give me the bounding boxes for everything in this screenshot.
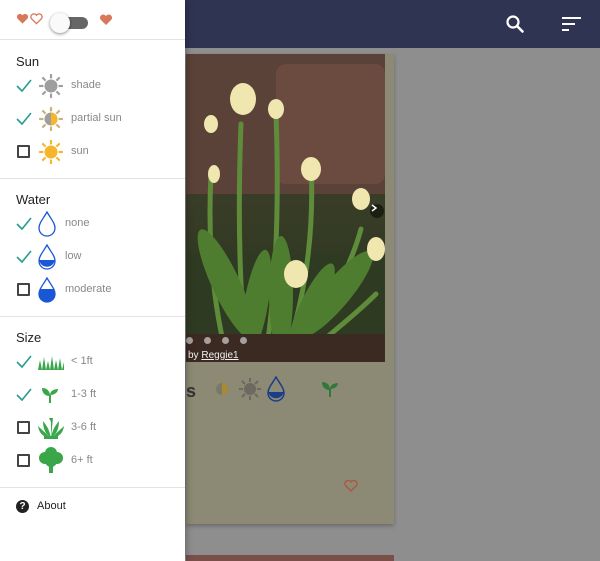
option-water-none[interactable]: none <box>0 210 185 238</box>
option-label: shade <box>71 79 101 91</box>
option-water-moderate[interactable]: moderate <box>0 276 185 304</box>
option-label: none <box>65 217 90 229</box>
option-shade[interactable]: shade <box>0 72 185 100</box>
option-label: 6+ ft <box>71 454 93 466</box>
sun-shade-icon <box>238 377 262 406</box>
plant-photo: by Reggie1 <box>186 54 385 362</box>
option-water-low[interactable]: low <box>0 243 185 271</box>
option-sun[interactable]: sun <box>0 138 185 166</box>
section-size: Size < 1ft 1-3 ft 3-6 ft 6+ ft <box>0 317 185 488</box>
water-moderate-icon <box>37 276 57 308</box>
section-title-sun: Sun <box>16 54 40 69</box>
checkbox[interactable] <box>17 145 30 158</box>
checkmark-icon[interactable] <box>16 111 32 127</box>
grass-icon <box>38 354 64 375</box>
sun-full-icon <box>38 139 64 170</box>
option-label: 1-3 ft <box>71 388 97 400</box>
option-size-1-3ft[interactable]: 1-3 ft <box>0 381 185 409</box>
favorite-heart-icon[interactable] <box>344 479 358 497</box>
option-size-6ft-plus[interactable]: 6+ ft <box>0 447 185 475</box>
card-title-fragment: s <box>186 381 197 401</box>
water-low-icon <box>266 375 286 407</box>
water-low-icon <box>37 243 57 275</box>
favorites-only-icon <box>99 13 113 31</box>
tree-icon <box>39 446 63 479</box>
checkmark-icon[interactable] <box>16 216 32 232</box>
water-none-icon <box>37 210 57 242</box>
option-label: low <box>65 250 82 262</box>
checkbox[interactable] <box>17 283 30 296</box>
section-title-water: Water <box>16 192 51 207</box>
photo-credit-author[interactable]: Reggie1 <box>201 350 238 361</box>
favorites-toggle[interactable] <box>50 13 88 33</box>
checkbox[interactable] <box>17 454 30 467</box>
image-dots[interactable] <box>186 337 247 344</box>
plant-card-next[interactable] <box>186 555 394 561</box>
sprout-icon <box>40 386 60 409</box>
option-label: sun <box>71 145 89 157</box>
checkmark-icon[interactable] <box>16 78 32 94</box>
filter-drawer: Sun shade partial sun sun Water none low… <box>0 0 185 561</box>
checkmark-icon[interactable] <box>16 249 32 265</box>
option-label: partial sun <box>71 112 122 124</box>
section-sun: Sun shade partial sun sun <box>0 40 185 179</box>
photo-credit: by Reggie1 <box>188 350 239 361</box>
checkbox[interactable] <box>17 421 30 434</box>
search-icon[interactable] <box>503 12 527 36</box>
option-size-under-1ft[interactable]: < 1ft <box>0 348 185 376</box>
help-icon: ? <box>16 500 29 513</box>
sun-shade-icon <box>38 73 64 104</box>
card-attributes: s <box>186 375 286 407</box>
sun-partial-icon <box>38 106 64 137</box>
about-label: About <box>37 500 66 512</box>
option-label: < 1ft <box>71 355 93 367</box>
sprout-icon <box>320 380 340 403</box>
option-partial-sun[interactable]: partial sun <box>0 105 185 133</box>
option-label: moderate <box>65 283 112 295</box>
about-link[interactable]: ? About <box>0 496 185 518</box>
favorites-filter-icon <box>16 13 43 25</box>
shrub-icon <box>38 416 64 445</box>
next-image-icon[interactable] <box>370 204 384 218</box>
plant-card[interactable]: by Reggie1 s <box>186 54 394 524</box>
checkmark-icon[interactable] <box>16 387 32 403</box>
filter-icon[interactable] <box>560 12 584 36</box>
sun-partial-icon <box>210 377 234 406</box>
section-title-size: Size <box>16 330 42 345</box>
option-label: 3-6 ft <box>71 421 97 433</box>
checkmark-icon[interactable] <box>16 354 32 370</box>
option-size-3-6ft[interactable]: 3-6 ft <box>0 414 185 442</box>
drawer-header <box>0 0 185 40</box>
section-water: Water none low moderate <box>0 179 185 317</box>
